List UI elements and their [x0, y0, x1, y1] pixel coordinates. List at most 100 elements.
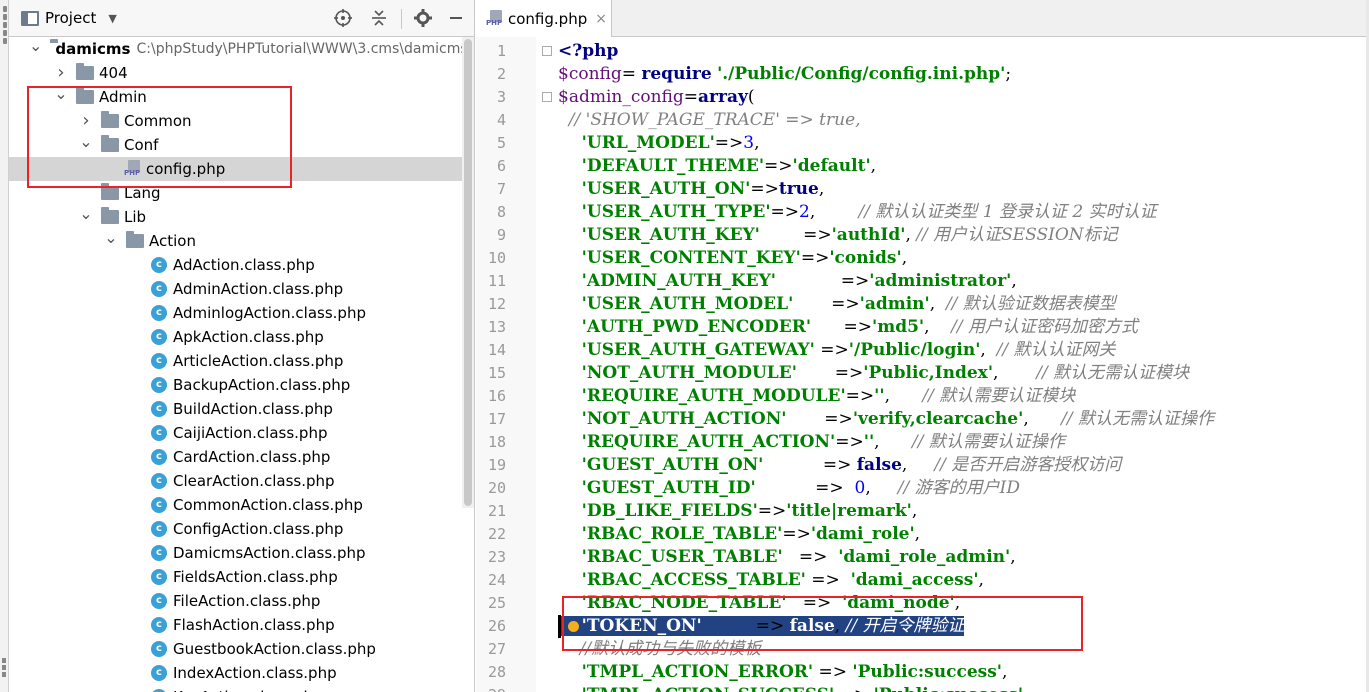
code-line[interactable]: 'USER_AUTH_GATEWAY' =>'/Public/login', /… [558, 339, 1369, 362]
code-line[interactable]: 'ADMIN_AUTH_KEY' =>'administrator', [558, 270, 1369, 293]
code-token: => [770, 202, 800, 222]
tree-file-item[interactable]: c ConfigAction.class.php [9, 517, 462, 541]
code-line[interactable]: 'REQUIRE_AUTH_MODULE'=>'', // 默认需要认证模块 [558, 385, 1369, 408]
code-line[interactable]: 'USER_AUTH_KEY' =>'authId', // 用户认证SESSI… [558, 224, 1369, 247]
code-line[interactable]: 'DEFAULT_THEME'=>'default', [558, 155, 1369, 178]
tree-folder-item[interactable]: › Common [9, 109, 462, 133]
tree-file-item[interactable]: c ApkAction.class.php [9, 325, 462, 349]
collapse-all-icon[interactable] [369, 8, 389, 28]
code-line[interactable]: 'REQUIRE_AUTH_ACTION'=>'', // 默认需要认证操作 [558, 431, 1369, 454]
code-token: 3 [743, 133, 755, 153]
gear-icon[interactable] [413, 8, 433, 28]
code-token: => [786, 409, 853, 429]
tree-folder-item[interactable]: Lang [9, 181, 462, 205]
tree-folder-item[interactable]: ⌄ Action [9, 229, 462, 253]
code-token: 'ADMIN_AUTH_KEY' [558, 271, 776, 291]
code-line[interactable]: 'TOKEN_ON' => false, // 开启令牌验证 [558, 615, 1369, 638]
code-line[interactable]: 'GUEST_AUTH_ON' => false, // 是否开启游客授权访问 [558, 454, 1369, 477]
code-line[interactable]: 'TMPL_ACTION_SUCCESS' => 'Public:success… [558, 684, 1369, 692]
tree-file-item[interactable]: c CommonAction.class.php [9, 493, 462, 517]
code-token: => [805, 570, 851, 590]
code-line[interactable]: 'RBAC_ROLE_TABLE'=>'dami_role', [558, 523, 1369, 546]
code-line[interactable]: 'NOT_AUTH_MODULE' =>'Public,Index', // 默… [558, 362, 1369, 385]
code-token: 'GUEST_AUTH_ID' [558, 478, 756, 498]
code-token: => [793, 294, 860, 314]
structure-tool-window-label[interactable] [1, 656, 7, 686]
tree-folder-item[interactable]: › 404 [9, 61, 462, 85]
code-token: , [978, 570, 984, 590]
tree-file-item[interactable]: c ClearAction.class.php [9, 469, 462, 493]
line-number: 24 [487, 571, 506, 589]
tree-file-item[interactable]: c BuildAction.class.php [9, 397, 462, 421]
project-tool-window-label[interactable] [0, 4, 9, 64]
tree-file-item[interactable]: c FlashAction.class.php [9, 613, 462, 637]
tree-file-item[interactable]: c AdminAction.class.php [9, 277, 462, 301]
chevron-down-icon[interactable]: ⌄ [79, 134, 93, 152]
chevron-down-icon[interactable]: ⌄ [54, 86, 68, 104]
code-token: 'USER_AUTH_TYPE' [558, 202, 771, 222]
code-line[interactable]: 'USER_AUTH_ON'=>true, [558, 178, 1369, 201]
fold-marker-icon[interactable] [542, 92, 552, 102]
chevron-right-icon[interactable]: › [54, 64, 68, 82]
tree-file-item[interactable]: cKeyAction.class.php [9, 685, 462, 692]
tree-file-item[interactable]: c FieldsAction.class.php [9, 565, 462, 589]
code-token: => [757, 501, 787, 521]
chevron-down-icon[interactable]: ⌄ [29, 38, 42, 56]
line-number: 29 [476, 684, 506, 692]
code-line[interactable]: $config= require './Public/Config/config… [558, 63, 1369, 86]
code-line[interactable]: 'RBAC_ACCESS_TABLE' => 'dami_access', [558, 569, 1369, 592]
tree-file-item[interactable]: c IndexAction.class.php [9, 661, 462, 685]
code-line[interactable]: $admin_config=array( [558, 86, 1369, 109]
code-token: 'admin' [859, 294, 930, 314]
chevron-down-icon[interactable]: ⌄ [104, 230, 118, 248]
tree-folder-item[interactable]: ⌄ Conf [9, 133, 462, 157]
tree-file-item[interactable]: c DamicmsAction.class.php [9, 541, 462, 565]
locate-file-icon[interactable] [333, 8, 353, 28]
php-class-icon: c [151, 521, 167, 537]
code-line[interactable]: 'NOT_AUTH_ACTION' =>'verify,clearcache',… [558, 408, 1369, 431]
code-line[interactable]: 'DB_LIKE_FIELDS'=>'title|remark', [558, 500, 1369, 523]
code-line[interactable]: 'RBAC_NODE_TABLE' => 'dami_node', [558, 592, 1369, 615]
code-line[interactable]: 'USER_AUTH_MODEL' =>'admin', // 默认验证数据表模… [558, 293, 1369, 316]
tree-file-item[interactable]: c CaijiAction.class.php [9, 421, 462, 445]
code-line[interactable]: 'TMPL_ACTION_ERROR' => 'Public:success', [558, 661, 1369, 684]
tab-config-php[interactable]: PHP config.php × [476, 0, 612, 37]
code-line[interactable]: 'RBAC_USER_TABLE' => 'dami_role_admin', [558, 546, 1369, 569]
code-token: 'DB_LIKE_FIELDS' [558, 501, 758, 521]
intention-bulb-icon[interactable] [568, 621, 579, 632]
code-line[interactable]: 'AUTH_PWD_ENCODER' =>'md5', // 用户认证密码加密方… [558, 316, 1369, 339]
code-token: , [914, 524, 921, 544]
code-token: 'dami_role' [810, 524, 915, 544]
tree-file-item[interactable]: c GuestbookAction.class.php [9, 637, 462, 661]
tree-file-item[interactable]: c ArticleAction.class.php [9, 349, 462, 373]
code-token: , [809, 202, 859, 222]
tree-file-item[interactable]: c AdminlogAction.class.php [9, 301, 462, 325]
project-path: C:\phpStudy\PHPTutorial\WWW\3.cms\damicm… [136, 41, 468, 57]
code-line[interactable]: // 'SHOW_PAGE_TRACE' => true, [558, 109, 1369, 132]
code-line[interactable]: 'URL_MODEL'=>3, [558, 132, 1369, 155]
tree-file-item[interactable]: PHP config.php [9, 157, 462, 181]
tree-folder-item[interactable]: ⌄ damicms C:\phpStudy\PHPTutorial\WWW\3.cm… [9, 37, 468, 61]
code-line[interactable]: 'USER_AUTH_TYPE'=>2, // 默认认证类型 1 登录认证 2 … [558, 201, 1369, 224]
tree-folder-item[interactable]: ⌄ Admin [9, 85, 462, 109]
chevron-right-icon[interactable]: › [79, 112, 93, 130]
fold-marker-icon[interactable] [542, 46, 552, 56]
tree-file-item[interactable]: c AdAction.class.php [9, 253, 462, 277]
project-view-selector[interactable]: Project ▼ [21, 9, 117, 27]
tree-file-item[interactable]: c BackupAction.class.php [9, 373, 462, 397]
code-line[interactable]: <?php [558, 40, 1369, 63]
project-scrollbar[interactable] [462, 37, 474, 508]
tree-folder-item[interactable]: ⌄ Lib [9, 205, 462, 229]
code-line[interactable]: //默认成功与失败的模板 [558, 638, 1369, 661]
code-area[interactable]: <?php $config= require './Public/Config/c… [558, 37, 1369, 692]
code-line[interactable]: 'GUEST_AUTH_ID' => 0, // 游客的用户ID [558, 477, 1369, 500]
code-token: = [621, 64, 642, 84]
tree-item-label: AdminAction.class.php [173, 280, 344, 298]
code-line[interactable]: 'USER_CONTENT_KEY'=>'conids', [558, 247, 1369, 270]
minimize-icon[interactable] [446, 8, 466, 28]
tree-file-item[interactable]: c FileAction.class.php [9, 589, 462, 613]
close-icon[interactable]: × [595, 11, 607, 27]
chevron-down-icon[interactable]: ⌄ [79, 206, 93, 224]
tree-file-item[interactable]: c CardAction.class.php [9, 445, 462, 469]
